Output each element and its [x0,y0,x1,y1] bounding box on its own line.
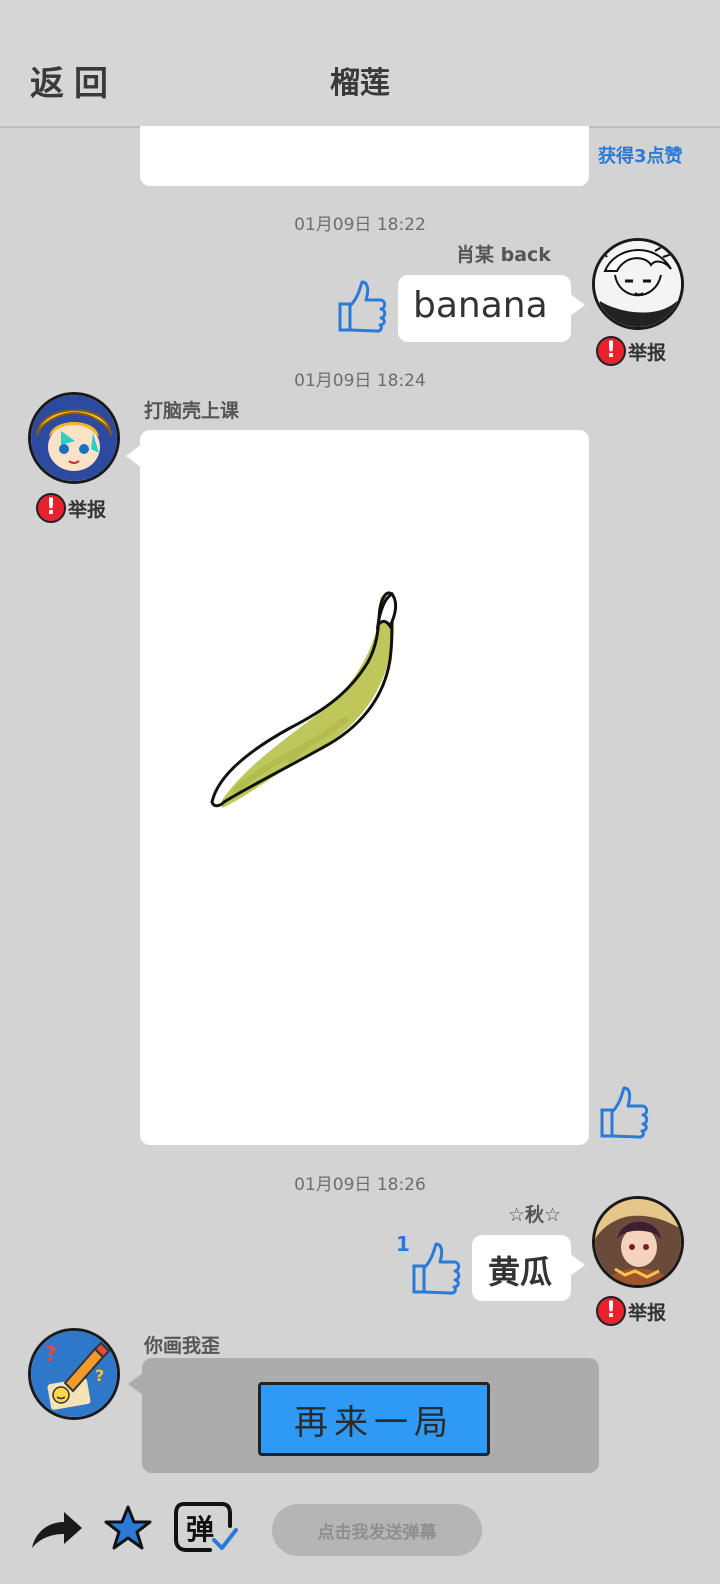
avatar[interactable]: ? ? [28,1328,120,1420]
play-again-button[interactable]: 再来一局 [258,1382,490,1456]
like-count: 1 [396,1232,410,1256]
thumbs-up-icon[interactable] [598,1084,650,1144]
exclamation-icon: ! [596,1296,626,1326]
report-button[interactable]: ! 举报 [596,336,666,366]
header-bar: 返回 榴莲 [0,0,720,128]
timestamp: 01月09日 18:22 [294,215,426,235]
sender-name: 肖某 back [456,244,551,266]
timestamp: 01月09日 18:26 [294,1175,426,1195]
exclamation-icon: ! [36,493,66,523]
avatar[interactable] [28,392,120,484]
report-label: 举报 [628,341,667,364]
danmu-placeholder: 点击我发送弹幕 [317,1522,437,1543]
previous-message-bubble [140,126,589,186]
bottom-toolbar: 弹 点击我发送弹幕 [0,1490,720,1584]
share-arrow-icon[interactable] [30,1508,84,1556]
svg-text:?: ? [95,1366,104,1385]
timestamp: 01月09日 18:24 [294,371,426,391]
message-text: banana [413,285,548,326]
sender-name: 你画我歪 [144,1335,221,1357]
play-again-label: 再来一局 [294,1402,454,1443]
report-label: 举报 [68,498,107,521]
svg-text:?: ? [45,1342,57,1366]
message-text: 黄瓜 [488,1253,553,1291]
report-button[interactable]: ! 举报 [596,1296,666,1326]
page-title: 榴莲 [330,66,390,101]
message-bubble: banana [398,275,585,342]
thumbs-up-icon[interactable] [410,1240,462,1300]
danmu-icon-char: 弹 [186,1513,215,1546]
sender-name: 打脑壳上课 [144,400,240,422]
avatar[interactable] [592,238,684,330]
thumbs-up-icon[interactable] [336,278,388,338]
star-icon[interactable] [104,1504,152,1556]
exclamation-icon: ! [596,336,626,366]
report-label: 举报 [628,1301,667,1324]
message-bubble: 黄瓜 [472,1235,585,1301]
drawing-bubble[interactable] [126,430,589,1145]
praise-count-text: 获得3点赞 [598,146,683,167]
banana-drawing [210,591,398,808]
danmu-input[interactable]: 点击我发送弹幕 [272,1504,482,1556]
sender-name: ☆秋☆ [508,1204,562,1226]
system-message-bubble: 再来一局 [128,1358,599,1473]
danmu-icon[interactable]: 弹 [174,1500,240,1560]
avatar[interactable] [592,1196,684,1288]
report-button[interactable]: ! 举报 [36,493,106,523]
